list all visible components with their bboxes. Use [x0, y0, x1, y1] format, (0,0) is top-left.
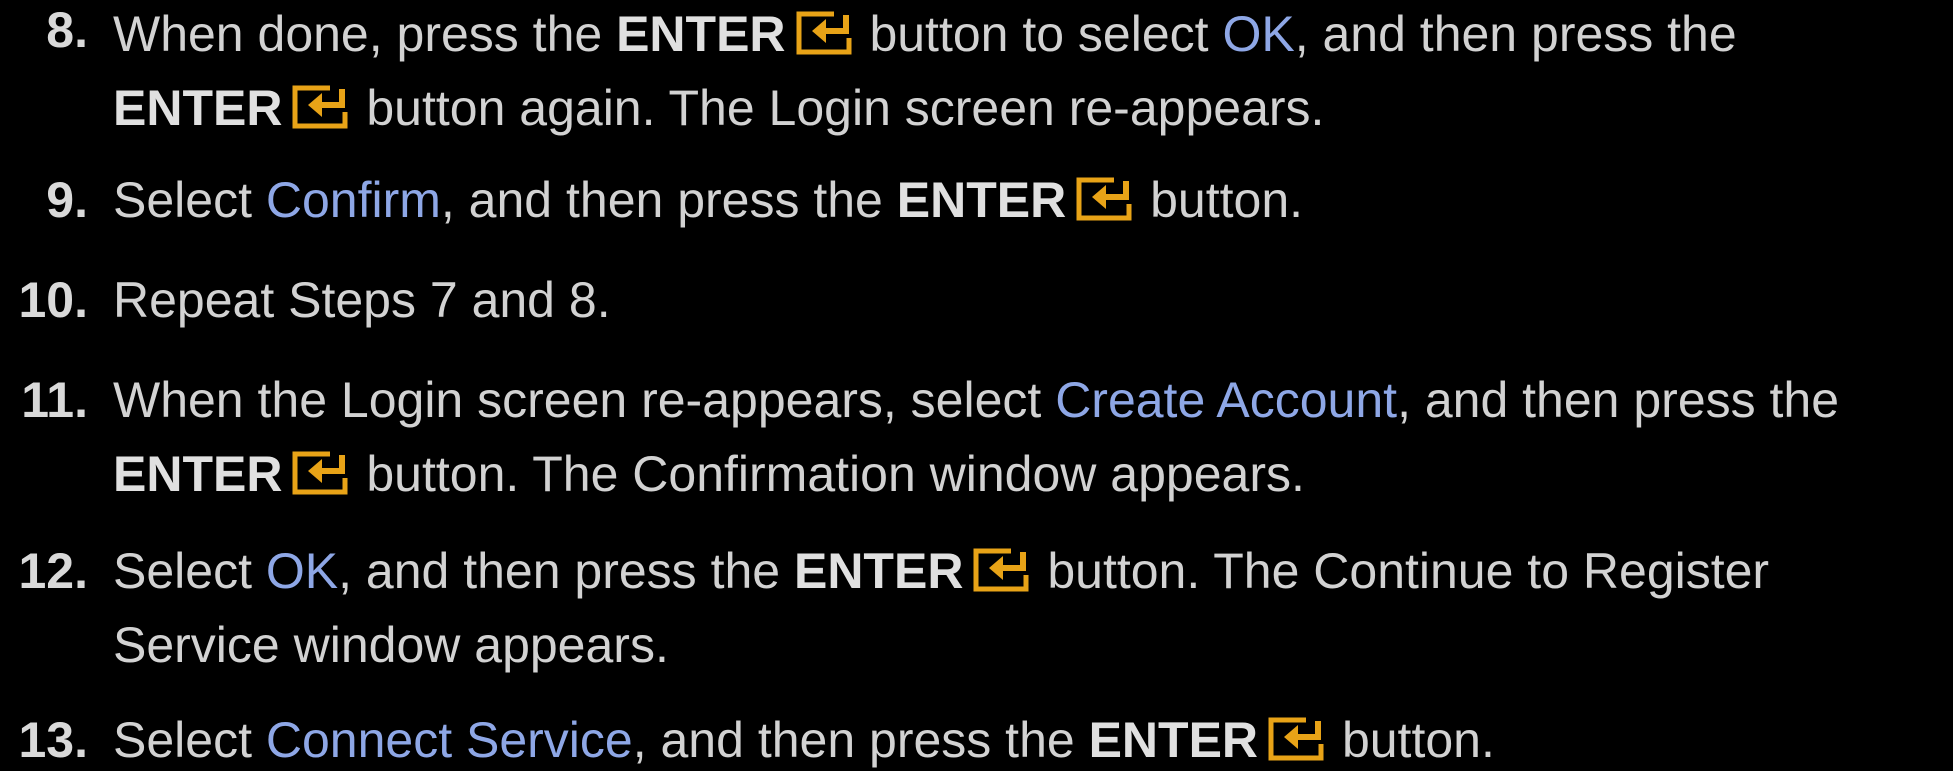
step-line: Select OK, and then press the ENTER butt… [113, 541, 1769, 601]
step-text: Select [113, 172, 266, 228]
step-line: ENTER button. The Confirmation window ap… [113, 444, 1305, 504]
enter-keyword: ENTER [793, 543, 964, 599]
step-line: When the Login screen re-appears, select… [113, 370, 1839, 430]
step-text: , and then press the [632, 712, 1089, 768]
step-line: Select Connect Service, and then press t… [113, 710, 1495, 770]
highlighted-term: Create Account [1055, 372, 1398, 428]
step-line: Select Confirm, and then press the ENTER… [113, 170, 1303, 230]
highlighted-term: OK [1222, 6, 1295, 62]
step-text: Repeat Steps 7 and 8. [113, 272, 611, 328]
highlighted-term: OK [265, 543, 339, 599]
step-text: button. The Continue to Register [1033, 543, 1770, 599]
step-text: When the Login screen re-appears, select [113, 372, 1056, 428]
enter-keyword: ENTER [113, 80, 283, 136]
instruction-page: 8. When done, press the ENTER button to … [0, 0, 1953, 771]
step-text: Select [113, 543, 266, 599]
step-text: button. [1328, 712, 1495, 768]
enter-icon [290, 85, 352, 129]
step-text: , and then press the [1294, 6, 1737, 62]
enter-icon [971, 548, 1033, 592]
enter-icon [1266, 717, 1328, 761]
step-text: Select [113, 712, 266, 768]
step-text: , and then press the [338, 543, 794, 599]
step-number: 13. [18, 712, 88, 768]
step-text: When done, press the [113, 6, 617, 62]
step-line: Repeat Steps 7 and 8. [113, 270, 611, 330]
step-text: button. [1136, 172, 1304, 228]
highlighted-term: Confirm [265, 172, 441, 228]
enter-icon [290, 451, 352, 495]
step-number: 10. [18, 272, 88, 328]
step-text: button to select [855, 6, 1223, 62]
step-text: , and then press the [1397, 372, 1840, 428]
enter-keyword: ENTER [896, 172, 1067, 228]
step-line: When done, press the ENTER button to sel… [113, 4, 1737, 64]
step-number: 11. [21, 372, 88, 428]
step-line: Service window appears. [113, 615, 669, 675]
enter-icon [794, 11, 856, 55]
step-text: button again. The Login screen re-appear… [352, 80, 1325, 136]
step-number: 8. [46, 2, 88, 58]
enter-keyword: ENTER [616, 6, 786, 62]
step-number: 9. [46, 172, 88, 228]
enter-icon [1074, 177, 1136, 221]
step-text: Service window appears. [113, 617, 669, 673]
step-text: button. The Confirmation window appears. [352, 446, 1305, 502]
step-number: 12. [18, 543, 88, 599]
highlighted-term: Connect Service [265, 712, 633, 768]
enter-keyword: ENTER [1088, 712, 1259, 768]
step-line: ENTER button again. The Login screen re-… [113, 78, 1324, 138]
enter-keyword: ENTER [113, 446, 283, 502]
step-text: , and then press the [440, 172, 897, 228]
